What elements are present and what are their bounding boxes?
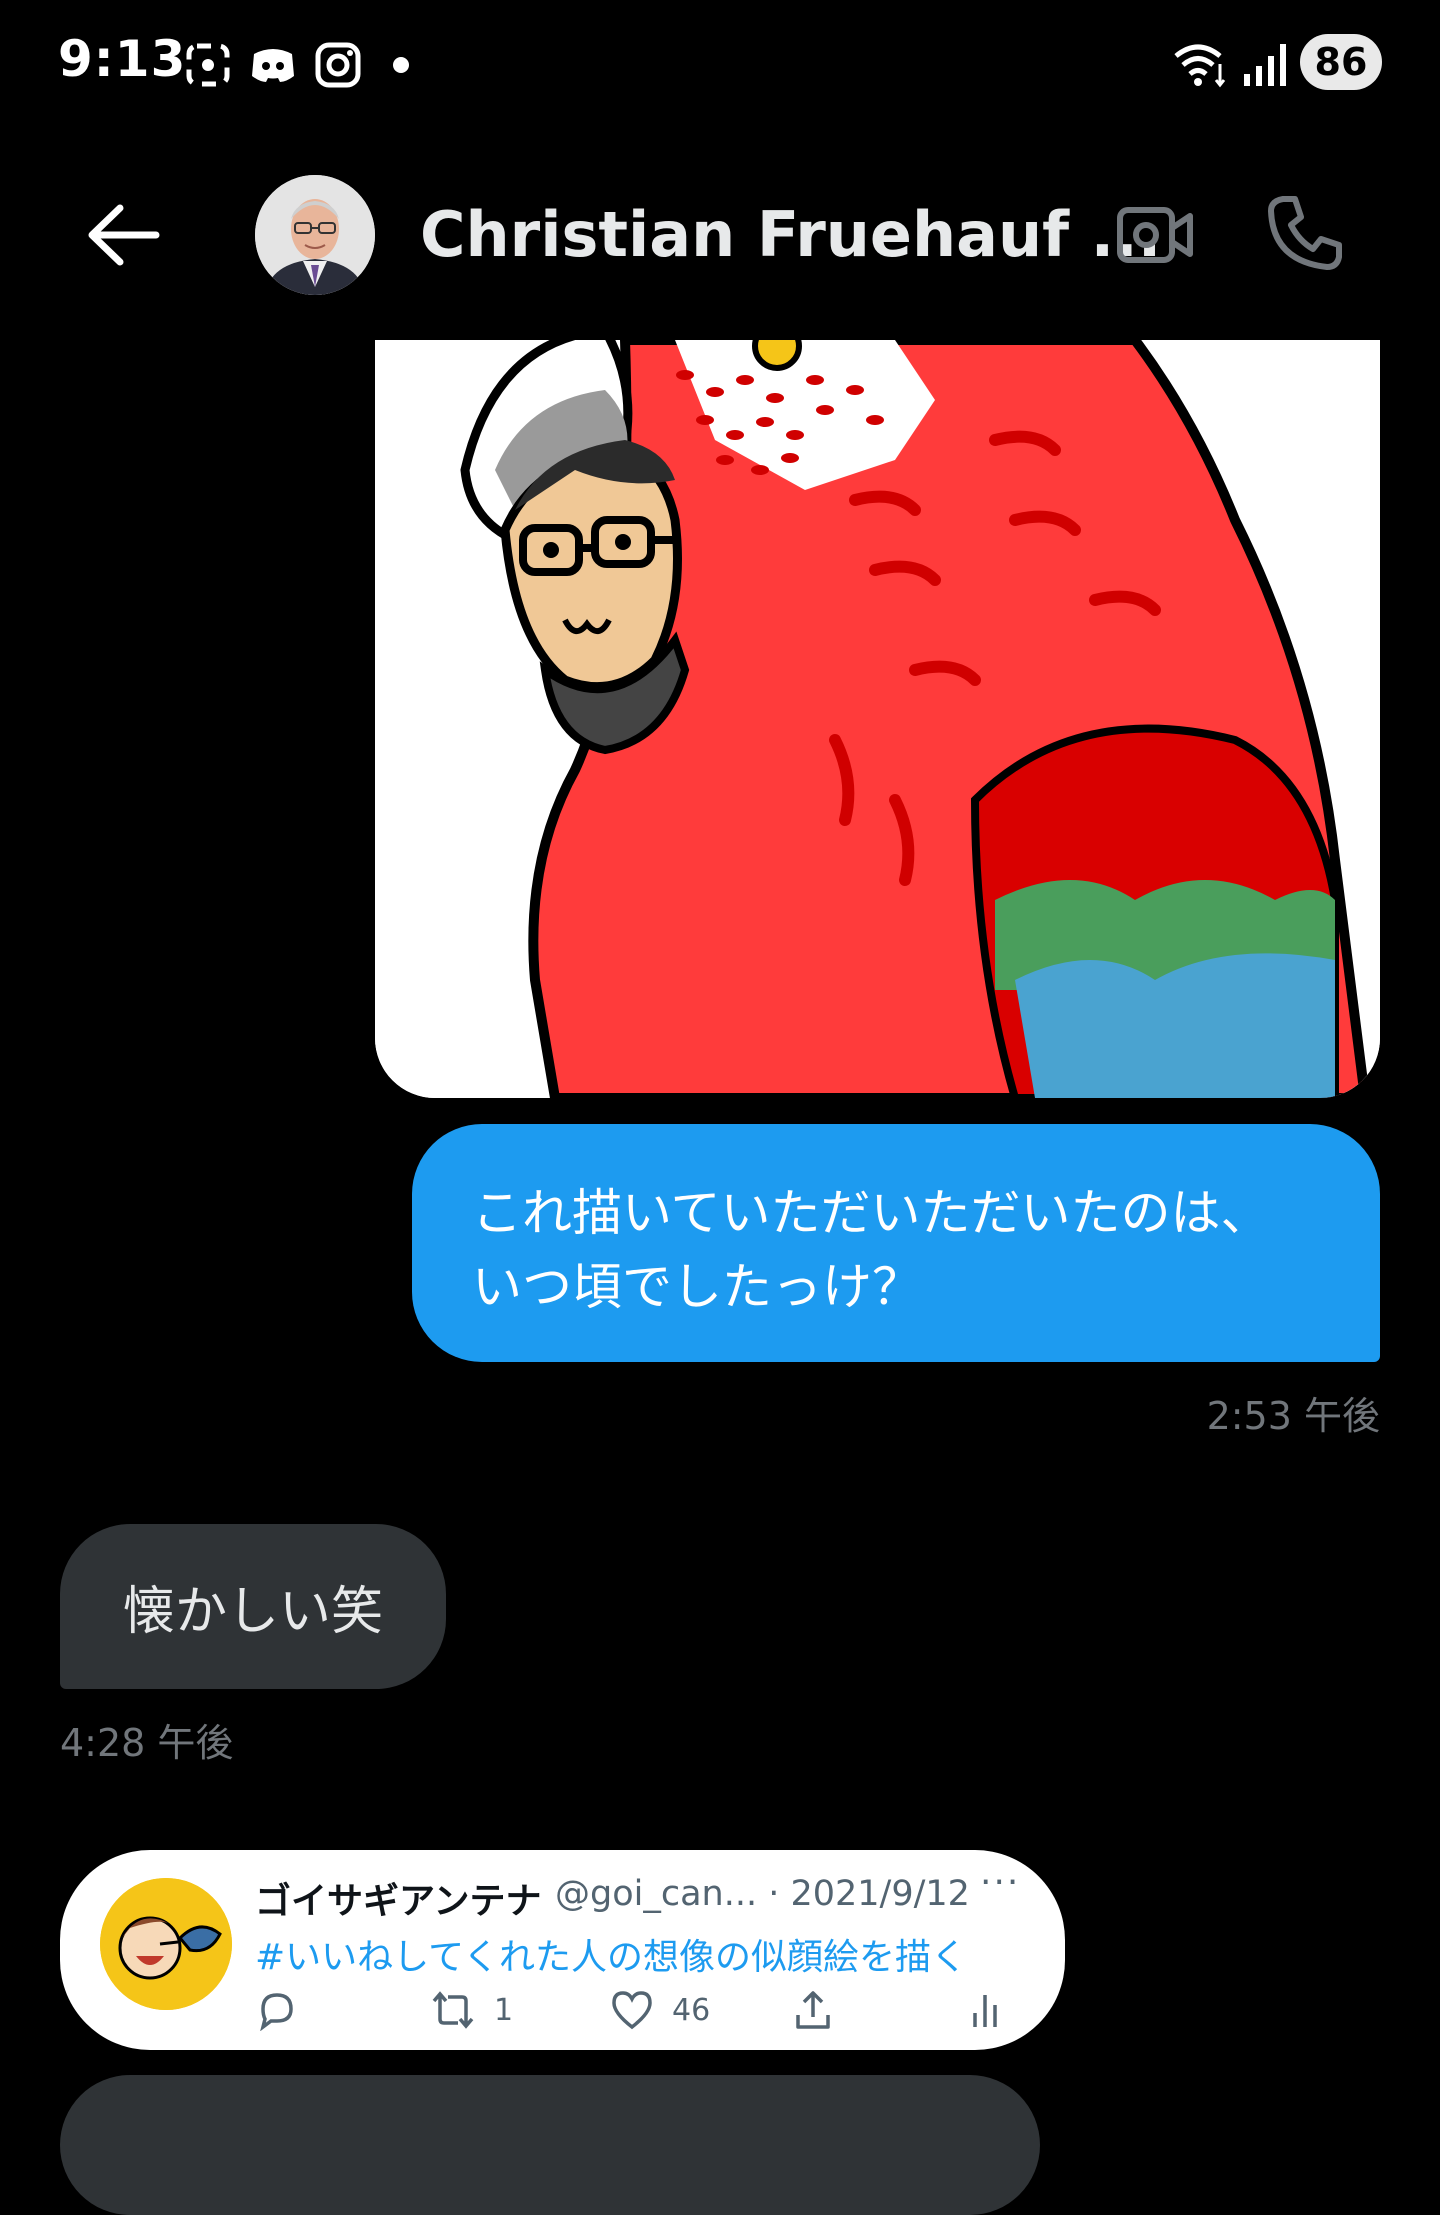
incoming-timestamp: 4:28 午後 (60, 1721, 234, 1765)
image-message[interactable] (375, 340, 1380, 1098)
instagram-icon (315, 42, 361, 88)
parrot-caricature-image (375, 340, 1380, 1098)
share-action[interactable] (792, 1988, 834, 2032)
screenshot-icon (186, 43, 230, 87)
contact-avatar[interactable] (255, 175, 375, 295)
wifi-icon (1174, 44, 1226, 88)
incoming-message-bubble[interactable]: 懐かしい笑 (60, 1524, 446, 1689)
notification-dot (393, 57, 409, 73)
tweet-handle-date: @goi_can... · 2021/9/12 (555, 1874, 970, 1914)
signal-icon (1244, 44, 1286, 86)
status-time: 9:13 (58, 30, 187, 88)
retweet-action[interactable]: 1 (430, 1988, 513, 2032)
tweet-hashtag-text[interactable]: #いいねしてくれた人の想像の似顔絵を描く (255, 1928, 967, 1980)
video-call-icon[interactable] (1115, 200, 1195, 270)
back-button[interactable] (84, 200, 164, 270)
retweet-count: 1 (494, 1992, 514, 2028)
like-count: 46 (672, 1992, 711, 2028)
analytics-action[interactable] (970, 1988, 1000, 2032)
reply-action[interactable] (255, 1988, 297, 2032)
discord-icon (252, 49, 294, 82)
battery-indicator: 86 (1300, 34, 1382, 90)
tweet-author-avatar[interactable] (100, 1878, 232, 2010)
share-icon (796, 1991, 830, 2029)
outgoing-message-line-2: いつ頃でしたっけ？ (472, 1258, 922, 1316)
retweet-icon (432, 1991, 474, 2029)
analytics-icon (973, 1995, 997, 2027)
shared-tweet-card[interactable]: ゴイサギアンテナ @goi_can... · 2021/9/12 ··· #いい… (60, 1850, 1065, 2050)
heart-icon (612, 1991, 652, 2030)
avatar-photo (255, 175, 375, 295)
reply-icon (260, 1993, 293, 2031)
contact-name[interactable]: Christian Fruehauf ... (420, 198, 1161, 271)
outgoing-message-line-1: これ描いていただいただいたのは、 (472, 1184, 1271, 1242)
like-action[interactable]: 46 (610, 1988, 710, 2032)
incoming-message-bubble-partial[interactable] (60, 2075, 1040, 2215)
tweet-more-options[interactable]: ··· (980, 1862, 1020, 1903)
outgoing-message-bubble[interactable]: これ描いていただいただいたのは、 いつ頃でしたっけ？ (412, 1124, 1380, 1362)
phone-call-icon[interactable] (1265, 193, 1345, 273)
tweet-author-name[interactable]: ゴイサギアンテナ (255, 1872, 542, 1924)
goisagi-avatar-illustration (100, 1878, 232, 2010)
outgoing-timestamp: 2:53 午後 (1206, 1394, 1380, 1438)
